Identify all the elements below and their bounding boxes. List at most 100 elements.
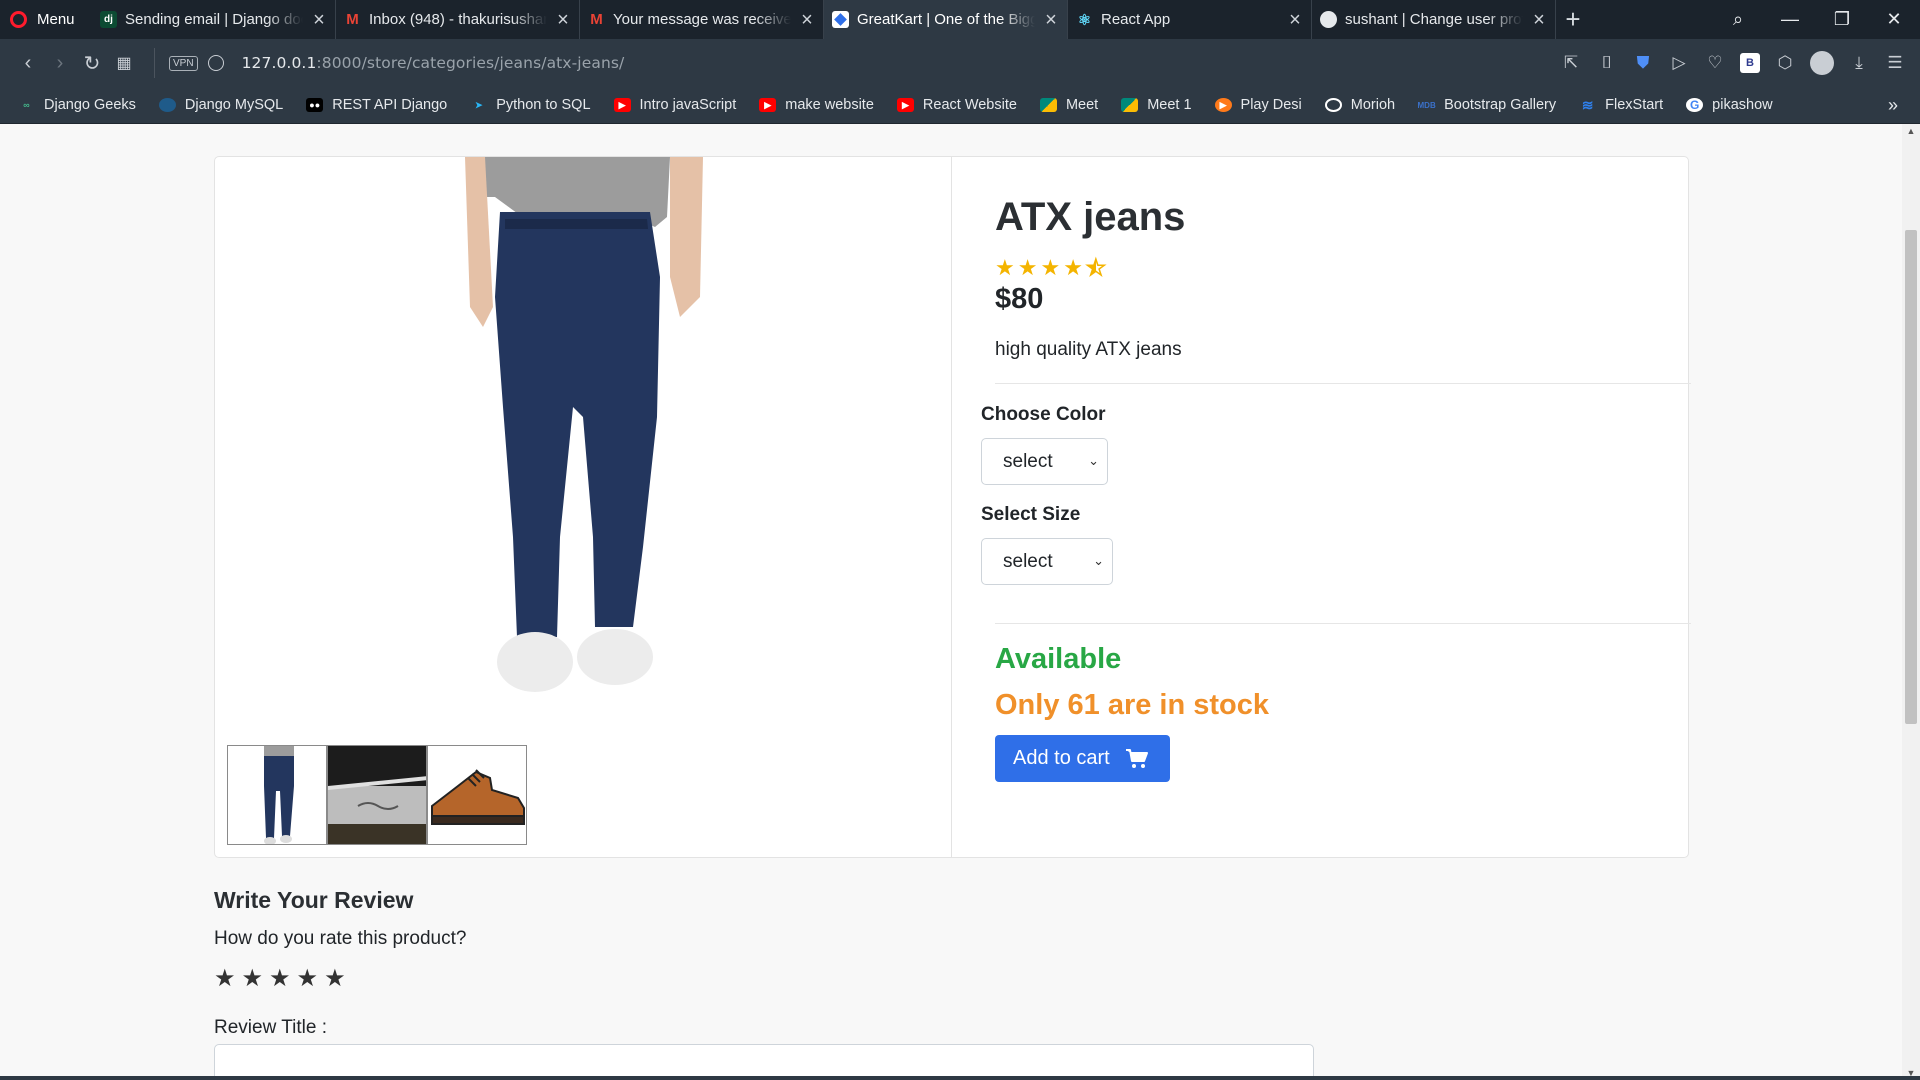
search-tabs-icon[interactable]: ⌕ xyxy=(1712,9,1764,30)
opera-logo-icon xyxy=(10,11,27,28)
tab-title: Your message was received xyxy=(613,11,791,28)
star-full-icon: ★ xyxy=(1040,255,1061,280)
bookmark-item[interactable]: ▶ React Website xyxy=(896,97,1017,113)
rate-star-5-icon[interactable]: ★ xyxy=(324,964,346,993)
profile-avatar-icon[interactable] xyxy=(1810,51,1834,75)
scrollbar-thumb[interactable] xyxy=(1905,230,1917,724)
send-icon[interactable]: ▷ xyxy=(1668,53,1690,73)
thumbnail-shoe[interactable] xyxy=(427,745,527,845)
tab-react-app[interactable]: ⚛ React App × xyxy=(1068,0,1312,39)
close-tab-icon[interactable]: × xyxy=(555,10,571,30)
close-tab-icon[interactable]: × xyxy=(799,10,815,30)
bookmark-item[interactable]: ∞ Django Geeks xyxy=(18,97,136,113)
size-label: Select Size xyxy=(981,504,1081,525)
color-select[interactable]: select ⌄ xyxy=(981,438,1108,485)
bookmark-item[interactable]: ●● REST API Django xyxy=(306,97,447,113)
url-field[interactable]: 127.0.0.1:8000/store/categories/jeans/at… xyxy=(242,54,625,72)
bookmark-item[interactable]: MDB Bootstrap Gallery xyxy=(1418,97,1557,113)
youtube-icon: ▶ xyxy=(613,98,631,112)
bookmark-label: React Website xyxy=(922,97,1017,113)
add-to-cart-button[interactable]: Add to cart xyxy=(995,735,1170,782)
tab-django-docs[interactable]: dj Sending email | Django doc × xyxy=(92,0,336,39)
restore-icon[interactable]: ❐ xyxy=(1816,9,1868,30)
toolbar-icons: ⇱ ⌷ ⛊ ▷ ♡ B ⬡ ⤓ ☰ xyxy=(1560,39,1906,87)
bookmark-item[interactable]: Django MySQL xyxy=(158,97,284,113)
tab-title: React App xyxy=(1101,11,1171,28)
rate-star-4-icon[interactable]: ★ xyxy=(297,964,319,993)
review-question: How do you rate this product? xyxy=(214,928,467,949)
tab-greatkart[interactable]: GreatKart | One of the Bigg × xyxy=(824,0,1068,39)
globe-icon xyxy=(1320,11,1337,28)
bookmark-label: Morioh xyxy=(1350,97,1396,113)
more-bookmarks-icon[interactable]: » xyxy=(1888,95,1898,116)
opera-menu-button[interactable]: Menu xyxy=(0,0,92,39)
share-icon[interactable]: ⇱ xyxy=(1560,53,1582,73)
bookmark-label: Intro javaScript xyxy=(639,97,737,113)
url-host: 127.0.0.1 xyxy=(241,54,317,72)
url-path: :8000/store/categories/jeans/atx-jeans/ xyxy=(316,54,625,72)
size-select-value: select xyxy=(1003,550,1053,572)
chevron-down-icon: ⌄ xyxy=(1088,453,1099,468)
shoe-thumbnail-image xyxy=(431,769,525,825)
heart-icon[interactable]: ♡ xyxy=(1704,53,1726,73)
bookmark-item[interactable]: Meet 1 xyxy=(1121,97,1192,113)
product-price: $80 xyxy=(995,283,1044,315)
bookmark-label: Bootstrap Gallery xyxy=(1444,97,1557,113)
bookmarks-bar: ∞ Django Geeks Django MySQL ●● REST API Dj… xyxy=(0,87,1920,124)
thumbnail-wall-photo[interactable] xyxy=(327,745,427,845)
camera-icon[interactable]: ⌷ xyxy=(1596,53,1618,73)
close-window-icon[interactable]: ✕ xyxy=(1868,9,1920,30)
bookmark-label: Play Desi xyxy=(1240,97,1302,113)
product-title: ATX jeans xyxy=(995,195,1186,239)
close-tab-icon[interactable]: × xyxy=(1531,10,1547,30)
vpn-badge[interactable]: VPN xyxy=(169,55,198,71)
cube-icon[interactable]: ⬡ xyxy=(1774,53,1796,73)
window-bottom-edge xyxy=(0,1076,1920,1080)
chevron-down-icon: ⌄ xyxy=(1093,553,1104,568)
menu-label: Menu xyxy=(37,11,75,28)
site-info-icon[interactable] xyxy=(207,55,224,71)
tab-change-user[interactable]: sushant | Change user prof × xyxy=(1312,0,1556,39)
rate-star-2-icon[interactable]: ★ xyxy=(242,964,264,993)
tab-gmail-inbox[interactable]: M Inbox (948) - thakurisushan × xyxy=(336,0,580,39)
bookmark-item[interactable]: Meet xyxy=(1039,97,1098,113)
thumbnail-jeans[interactable] xyxy=(227,745,327,845)
easy-setup-icon[interactable]: ☰ xyxy=(1884,53,1906,73)
thumbnail-strip xyxy=(227,745,527,845)
bookmark-item[interactable]: ≋ FlexStart xyxy=(1579,97,1663,114)
tab-title: sushant | Change user prof xyxy=(1345,11,1523,28)
forward-icon[interactable]: › xyxy=(44,52,76,75)
close-tab-icon[interactable]: × xyxy=(311,10,327,30)
extension-icon[interactable]: B xyxy=(1740,53,1760,73)
bookmark-label: Django MySQL xyxy=(184,97,284,113)
bookmark-item[interactable]: ▶ Play Desi xyxy=(1214,97,1302,113)
rate-star-3-icon[interactable]: ★ xyxy=(269,964,291,993)
bookmark-item[interactable]: Morioh xyxy=(1324,97,1396,113)
rate-star-1-icon[interactable]: ★ xyxy=(214,964,236,993)
minimize-icon[interactable]: — xyxy=(1764,9,1816,30)
divider xyxy=(154,48,155,78)
close-tab-icon[interactable]: × xyxy=(1043,10,1059,30)
close-tab-icon[interactable]: × xyxy=(1287,10,1303,30)
bookmark-label: Meet 1 xyxy=(1147,97,1192,113)
speed-dial-icon[interactable]: ▦ xyxy=(108,53,140,73)
size-select[interactable]: select ⌄ xyxy=(981,538,1113,585)
page-scrollbar[interactable]: ▲ ▼ xyxy=(1902,124,1920,1080)
tab-gmail-message[interactable]: M Your message was received × xyxy=(580,0,824,39)
bookmark-item[interactable]: ▶ Intro javaScript xyxy=(613,97,737,113)
adblock-shield-icon[interactable]: ⛊ xyxy=(1632,53,1654,73)
product-main-image xyxy=(465,157,705,721)
product-rating: ★ ★ ★ ★ ★★ xyxy=(995,254,1106,281)
reload-icon[interactable]: ↻ xyxy=(76,51,108,76)
bookmark-label: make website xyxy=(785,97,874,113)
scroll-up-icon[interactable]: ▲ xyxy=(1902,126,1920,136)
product-card: ATX jeans ★ ★ ★ ★ ★★ $80 high quality AT… xyxy=(214,156,1691,858)
bookmark-item[interactable]: ▶ make website xyxy=(759,97,874,113)
bookmark-item[interactable]: Gpikashow xyxy=(1686,97,1773,113)
download-icon[interactable]: ⤓ xyxy=(1848,53,1870,73)
star-half-icon: ★★ xyxy=(1085,254,1106,281)
new-tab-button[interactable]: + xyxy=(1556,4,1590,35)
back-icon[interactable]: ‹ xyxy=(12,52,44,75)
review-title-input[interactable] xyxy=(214,1044,1314,1080)
bookmark-item[interactable]: ➤ Python to SQL xyxy=(470,97,591,113)
